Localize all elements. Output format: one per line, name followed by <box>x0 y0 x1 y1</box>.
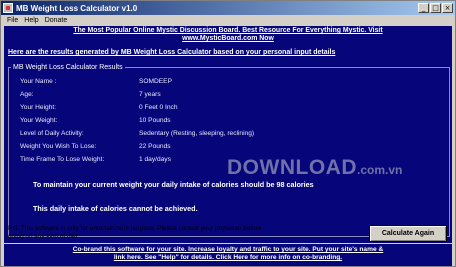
window-controls: _ □ × <box>418 3 453 13</box>
field-value: 0 Feet 0 Inch <box>139 104 178 111</box>
results-groupbox: MB Weight Loss Calculator Results Your N… <box>8 63 450 237</box>
cobrand-link[interactable]: Co-brand this software for your site. In… <box>4 244 452 266</box>
window-title: MB Weight Loss Calculator v1.0 <box>16 3 138 13</box>
ad-line-1[interactable]: The Most Popular Online Mystic Discussio… <box>4 27 452 35</box>
field-value: 10 Pounds <box>139 117 171 124</box>
field-label: Your Height: <box>20 104 57 111</box>
minimize-button[interactable]: _ <box>418 3 429 13</box>
menu-donate[interactable]: Donate <box>42 17 71 24</box>
field-label: Your Name : <box>20 78 57 85</box>
ad-line-2[interactable]: www.MysticBoard.com Now <box>4 35 452 43</box>
title-bar[interactable]: MB Weight Loss Calculator v1.0 _ □ × <box>1 1 455 15</box>
field-label: Age: <box>20 91 34 98</box>
cobrand-line-2[interactable]: link here. See "Help" for details. Click… <box>4 254 452 262</box>
field-label: Level of Daily Activity: <box>20 130 84 137</box>
menu-bar: File Help Donate <box>1 15 455 26</box>
group-title: MB Weight Loss Calculator Results <box>11 63 125 72</box>
calorie-warning: This daily intake of calories cannot be … <box>33 204 198 213</box>
menu-file[interactable]: File <box>4 17 21 24</box>
field-value: 1 day/days <box>139 156 171 163</box>
watermark-main: DOWNLOAD <box>227 156 357 179</box>
cobrand-line-1[interactable]: Co-brand this software for your site. In… <box>4 246 452 254</box>
field-label: Time Frame To Lose Weight: <box>20 156 105 163</box>
field-label: Your Weight: <box>20 117 58 124</box>
disclaimer-line-1: P.S: This software is only for entertain… <box>8 225 262 232</box>
disclaimer-line-2: going on any kind of diet. <box>8 232 80 240</box>
field-value: 7 years <box>139 91 161 98</box>
calculate-again-button[interactable]: Calculate Again <box>369 225 447 242</box>
field-value: SOMDEEP <box>139 78 172 85</box>
disclaimer-text: P.S: This software is only for entertain… <box>8 225 328 240</box>
close-button[interactable]: × <box>442 3 453 13</box>
field-label: Weight You Wish To Lose: <box>20 143 97 150</box>
results-panel: The Most Popular Online Mystic Discussio… <box>4 26 452 243</box>
field-value: Sedentary (Resting, sleeping, reclining) <box>139 130 255 137</box>
calorie-result: To maintain your current weight your dai… <box>33 180 314 189</box>
app-window: MB Weight Loss Calculator v1.0 _ □ × Fil… <box>0 0 456 267</box>
app-icon <box>3 3 13 13</box>
results-heading: Here are the results generated by MB Wei… <box>8 49 336 56</box>
menu-help[interactable]: Help <box>21 17 41 24</box>
mysticboard-ad-link[interactable]: The Most Popular Online Mystic Discussio… <box>4 27 452 43</box>
maximize-button[interactable]: □ <box>430 3 441 13</box>
download-watermark: DOWNLOAD.com.vn <box>227 156 402 180</box>
field-value: 22 Pounds <box>139 143 171 150</box>
watermark-sub: .com.vn <box>356 163 403 177</box>
